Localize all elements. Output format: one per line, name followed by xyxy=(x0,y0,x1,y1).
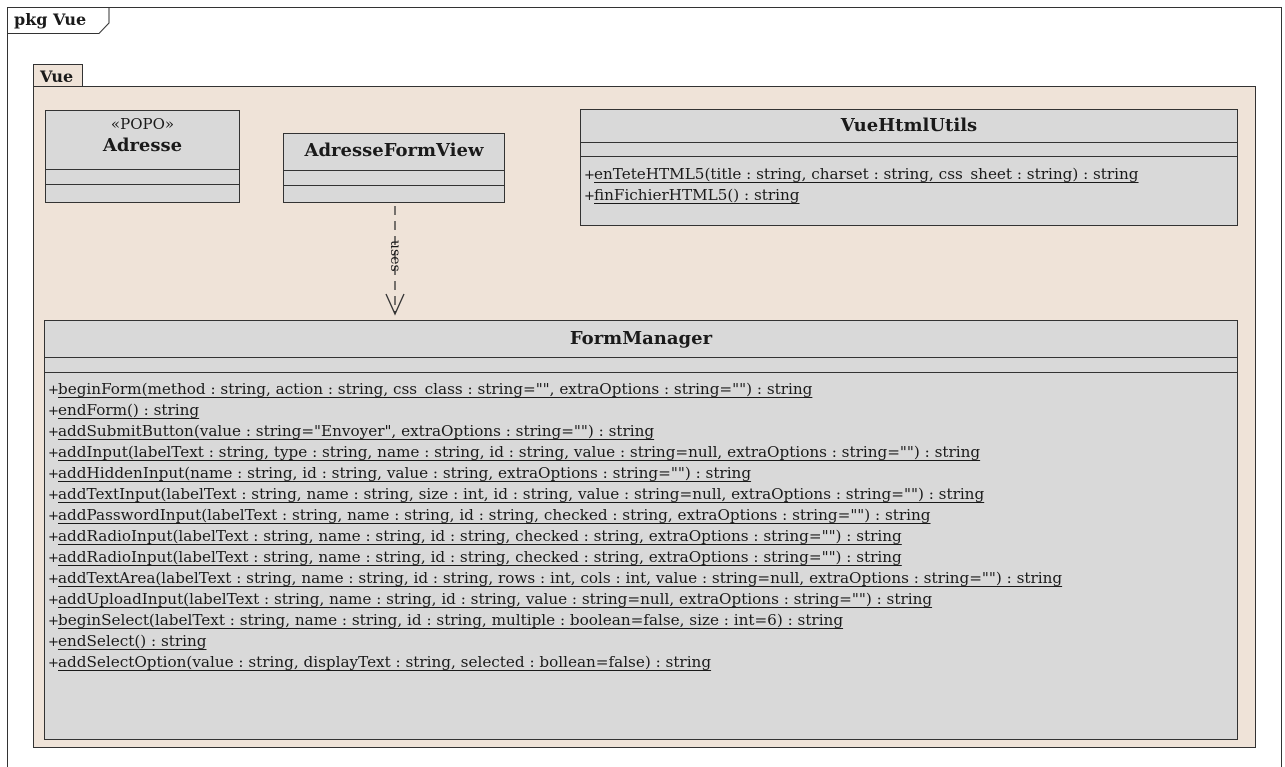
visibility-marker: + xyxy=(48,572,59,587)
operation: +addTextInput(labelText : string, name :… xyxy=(45,484,1237,505)
operation: +beginSelect(labelText : string, name : … xyxy=(45,610,1237,631)
visibility-marker: + xyxy=(48,614,59,629)
operation-signature: addPasswordInput(labelText : string, nam… xyxy=(58,506,931,524)
visibility-marker: + xyxy=(48,404,59,419)
visibility-marker: + xyxy=(48,593,59,608)
operation-signature: addRadioInput(labelText : string, name :… xyxy=(58,548,902,566)
visibility-marker: + xyxy=(48,488,59,503)
operation: +endForm() : string xyxy=(45,400,1237,421)
operation: +addPasswordInput(labelText : string, na… xyxy=(45,505,1237,526)
operations-separator xyxy=(45,372,1237,373)
operation-signature: addSubmitButton(value : string="Envoyer"… xyxy=(58,422,655,440)
operations-list: +beginForm(method : string, action : str… xyxy=(45,379,1237,673)
visibility-marker: + xyxy=(48,551,59,566)
operation: +addInput(labelText : string, type : str… xyxy=(45,442,1237,463)
operation: +addSelectOption(value : string, display… xyxy=(45,652,1237,673)
operation: +addRadioInput(labelText : string, name … xyxy=(45,526,1237,547)
operation: +beginForm(method : string, action : str… xyxy=(45,379,1237,400)
operation-signature: addSelectOption(value : string, displayT… xyxy=(58,653,712,671)
operation-signature: addUploadInput(labelText : string, name … xyxy=(58,590,933,608)
operation-signature: addInput(labelText : string, type : stri… xyxy=(58,443,981,461)
operation-signature: addRadioInput(labelText : string, name :… xyxy=(58,527,902,545)
visibility-marker: + xyxy=(48,509,59,524)
operation-signature: addTextArea(labelText : string, name : s… xyxy=(58,569,1063,587)
visibility-marker: + xyxy=(48,467,59,482)
class-name: FormManager xyxy=(569,328,713,349)
operation: +addHiddenInput(name : string, id : stri… xyxy=(45,463,1237,484)
operation-signature: endSelect() : string xyxy=(58,632,207,650)
operation-signature: addHiddenInput(name : string, id : strin… xyxy=(58,464,752,482)
operation-signature: beginForm(method : string, action : stri… xyxy=(58,380,813,398)
visibility-marker: + xyxy=(48,425,59,440)
operation: +endSelect() : string xyxy=(45,631,1237,652)
visibility-marker: + xyxy=(48,446,59,461)
visibility-marker: + xyxy=(48,656,59,671)
attributes-separator xyxy=(45,357,1237,358)
operation: +addSubmitButton(value : string="Envoyer… xyxy=(45,421,1237,442)
operation: +addTextArea(labelText : string, name : … xyxy=(45,568,1237,589)
visibility-marker: + xyxy=(48,383,59,398)
dependency-label: uses xyxy=(387,240,403,272)
visibility-marker: + xyxy=(48,530,59,545)
operation-signature: beginSelect(labelText : string, name : s… xyxy=(58,611,844,629)
operation-signature: endForm() : string xyxy=(58,401,200,419)
class-form-manager[interactable]: FormManager +beginForm(method : string, … xyxy=(44,320,1238,740)
operation: +addRadioInput(labelText : string, name … xyxy=(45,547,1237,568)
operation: +addUploadInput(labelText : string, name… xyxy=(45,589,1237,610)
visibility-marker: + xyxy=(48,635,59,650)
operation-signature: addTextInput(labelText : string, name : … xyxy=(58,485,985,503)
